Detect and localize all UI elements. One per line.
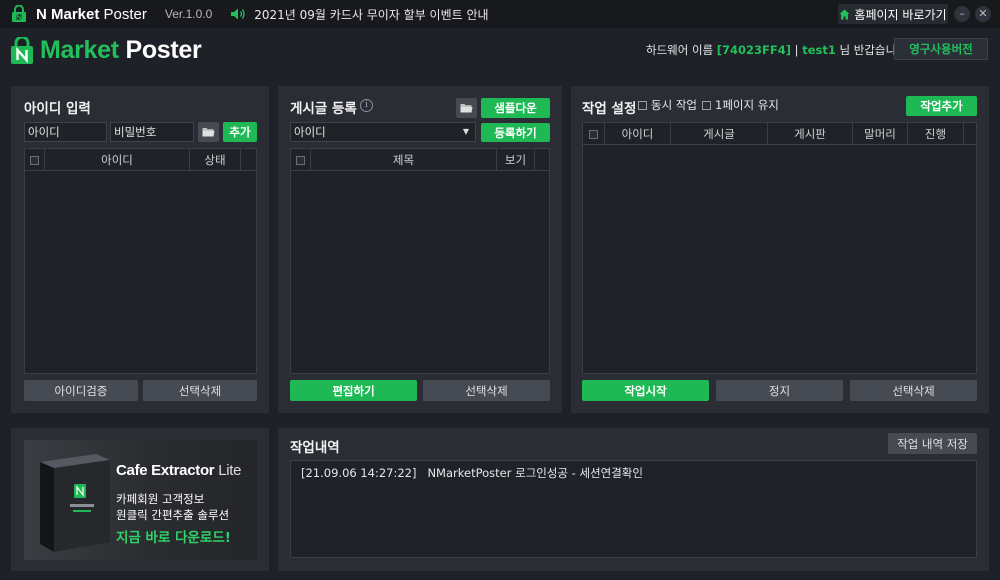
greeting-separator: | bbox=[791, 43, 803, 57]
version-label: Ver.1.0.0 bbox=[164, 7, 213, 21]
open-folder-button[interactable] bbox=[198, 122, 219, 142]
homepage-button-label: 홈페이지 바로가기 bbox=[854, 7, 947, 22]
post-id-select-value: 아이디 bbox=[294, 125, 326, 139]
brand-logo-text: Market Poster bbox=[40, 36, 202, 65]
id-table: 아이디 상태 bbox=[24, 148, 257, 374]
ad-line-1: 카페회원 고객정보 bbox=[116, 492, 205, 506]
col-header-spacer bbox=[241, 149, 256, 171]
product-box-image bbox=[40, 454, 110, 552]
id-panel-title: 아이디 입력 bbox=[24, 101, 91, 117]
col-header-title: 제목 bbox=[311, 149, 497, 171]
info-icon[interactable]: i bbox=[360, 99, 373, 112]
delete-selected-task-button[interactable]: 선택삭제 bbox=[850, 380, 977, 401]
notice-link[interactable]: 2021년 09월 카드사 무이자 할부 이벤트 안내 bbox=[254, 6, 488, 23]
post-table: 제목 보기 bbox=[290, 148, 550, 374]
app-name: N Market Poster bbox=[36, 6, 147, 23]
app-lock-icon bbox=[10, 4, 28, 23]
keep-page-checkbox[interactable] bbox=[702, 100, 711, 110]
col-header-post: 게시글 bbox=[671, 123, 768, 145]
col-header-prefix: 말머리 bbox=[853, 123, 908, 145]
add-id-button[interactable]: 추가 bbox=[223, 122, 257, 142]
task-table: 아이디 게시글 게시판 말머리 진행 bbox=[582, 122, 977, 374]
select-all-checkbox[interactable] bbox=[25, 149, 45, 171]
brand-logo-green: Market bbox=[40, 36, 119, 64]
brand-logo-white: Poster bbox=[125, 36, 202, 64]
col-header-progress: 진행 bbox=[908, 123, 964, 145]
ad-title-bold: Cafe Extractor bbox=[116, 462, 215, 479]
col-header-status: 상태 bbox=[190, 149, 241, 171]
post-panel-title: 게시글 등록 bbox=[290, 101, 357, 117]
keep-page-label: 1페이지 유지 bbox=[715, 98, 779, 112]
permanent-version-button[interactable]: 영구사용버전 bbox=[894, 38, 988, 60]
user-greeting: 하드웨어 이름 [74023FF4] | test1 님 반갑습니다! bbox=[646, 42, 911, 58]
start-task-button[interactable]: 작업시작 bbox=[582, 380, 709, 401]
task-table-header: 아이디 게시글 게시판 말머리 진행 bbox=[583, 123, 976, 145]
dropdown-arrow-icon: ▼ bbox=[462, 127, 469, 136]
log-panel-title: 작업내역 bbox=[290, 440, 340, 456]
task-col-spacer bbox=[964, 123, 976, 145]
edit-post-button[interactable]: 편집하기 bbox=[290, 380, 417, 401]
col-header-id: 아이디 bbox=[45, 149, 190, 171]
id-table-header: 아이디 상태 bbox=[25, 149, 256, 171]
close-button[interactable]: ✕ bbox=[975, 6, 991, 22]
post-table-header: 제목 보기 bbox=[291, 149, 549, 171]
id-input[interactable]: 아이디 bbox=[24, 122, 107, 142]
ad-title: Cafe Extractor Lite bbox=[116, 462, 242, 479]
concurrent-task-label: 동시 작업 bbox=[651, 98, 697, 112]
folder-icon bbox=[202, 128, 215, 137]
post-select-all-checkbox[interactable] bbox=[291, 149, 311, 171]
home-icon bbox=[839, 9, 850, 19]
speaker-icon bbox=[230, 7, 246, 21]
ad-title-light: Lite bbox=[218, 462, 242, 479]
log-entry: [21.09.06 14:27:22] NMarketPoster 로그인성공 … bbox=[301, 466, 643, 480]
save-log-button[interactable]: 작업 내역 저장 bbox=[888, 433, 977, 454]
ad-line-2: 원클릭 간편추출 솔루션 bbox=[116, 508, 230, 522]
username: test1 bbox=[802, 43, 836, 57]
keep-page-option[interactable]: 1페이지 유지 bbox=[702, 97, 779, 113]
col-header-task-id: 아이디 bbox=[605, 123, 671, 145]
brand-logo-icon bbox=[10, 35, 34, 65]
app-name-light: Poster bbox=[103, 5, 147, 23]
post-id-select[interactable]: 아이디 ▼ bbox=[290, 122, 476, 142]
delete-selected-id-button[interactable]: 선택삭제 bbox=[143, 380, 257, 401]
post-folder-button[interactable] bbox=[456, 98, 477, 118]
post-col-spacer bbox=[535, 149, 549, 171]
cafe-extractor-ad-banner[interactable]: Cafe Extractor Lite 카페회원 고객정보 원클릭 간편추출 솔… bbox=[24, 440, 257, 560]
homepage-button[interactable]: 홈페이지 바로가기 bbox=[838, 4, 948, 24]
stop-task-button[interactable]: 정지 bbox=[716, 380, 843, 401]
folder-icon bbox=[460, 104, 473, 113]
greeting-prefix: 하드웨어 이름 bbox=[646, 43, 717, 57]
ad-download-cta[interactable]: 지금 바로 다운로드! bbox=[116, 526, 231, 546]
minimize-button[interactable]: – bbox=[954, 6, 970, 22]
col-header-board: 게시판 bbox=[768, 123, 853, 145]
concurrent-task-option[interactable]: 동시 작업 bbox=[638, 97, 697, 113]
title-bar: N Market Poster Ver.1.0.0 2021년 09월 카드사 … bbox=[0, 0, 1000, 28]
register-post-button[interactable]: 등록하기 bbox=[481, 123, 550, 142]
task-panel-title: 작업 설정 bbox=[582, 101, 637, 117]
delete-selected-post-button[interactable]: 선택삭제 bbox=[423, 380, 550, 401]
concurrent-task-checkbox[interactable] bbox=[638, 100, 647, 110]
hardware-id: [74023FF4] bbox=[716, 43, 792, 57]
app-name-bold: N Market bbox=[36, 5, 100, 23]
sample-download-button[interactable]: 샘플다운 bbox=[481, 98, 550, 118]
password-input[interactable]: 비밀번호 bbox=[110, 122, 194, 142]
task-select-all-checkbox[interactable] bbox=[583, 123, 605, 145]
task-log-list: [21.09.06 14:27:22] NMarketPoster 로그인성공 … bbox=[290, 460, 977, 558]
col-header-view: 보기 bbox=[497, 149, 535, 171]
verify-id-button[interactable]: 아이디검증 bbox=[24, 380, 138, 401]
add-task-button[interactable]: 작업추가 bbox=[906, 96, 977, 116]
